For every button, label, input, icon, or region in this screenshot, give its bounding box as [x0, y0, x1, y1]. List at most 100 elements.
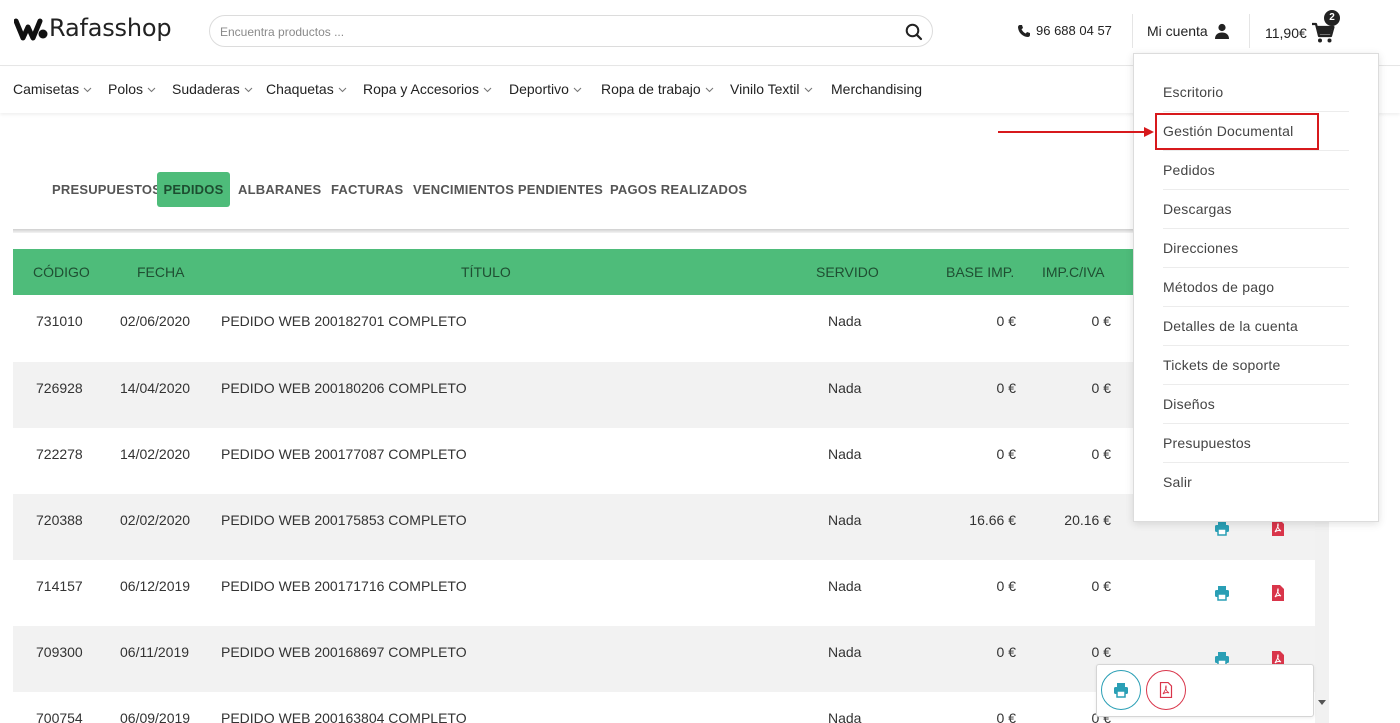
- tab-presupuestos[interactable]: PRESUPUESTOS: [52, 172, 161, 207]
- search-icon[interactable]: [904, 22, 924, 42]
- cell-imp-iva: 0 €: [1091, 380, 1111, 396]
- table-row[interactable]: 722278 14/02/2020 PEDIDO WEB 200177087 C…: [13, 428, 1315, 494]
- chevron-down-icon: [244, 87, 253, 92]
- cell-titulo: PEDIDO WEB 200171716 COMPLETO: [221, 578, 467, 594]
- nav-item-label: Sudaderas: [172, 81, 240, 97]
- table-row[interactable]: 731010 02/06/2020 PEDIDO WEB 200182701 C…: [13, 295, 1315, 361]
- nav-item-vinilo-textil[interactable]: Vinilo Textil: [730, 81, 813, 97]
- pdf-all-button[interactable]: [1146, 670, 1186, 710]
- column-header-servido[interactable]: SERVIDO: [816, 264, 879, 280]
- cell-base-imp: 0 €: [996, 380, 1016, 396]
- nav-item-sudaderas[interactable]: Sudaderas: [172, 81, 253, 97]
- cell-servido: Nada: [828, 380, 862, 396]
- cell-servido: Nada: [828, 644, 862, 660]
- menu-item-pedidos[interactable]: Pedidos: [1163, 151, 1349, 190]
- print-icon[interactable]: [1214, 585, 1230, 601]
- cell-servido: Nada: [828, 710, 862, 723]
- cell-titulo: PEDIDO WEB 200175853 COMPLETO: [221, 512, 467, 528]
- menu-item-disenos[interactable]: Diseños: [1163, 385, 1349, 424]
- tab-pagos-realizados[interactable]: PAGOS REALIZADOS: [610, 172, 747, 207]
- nav-item-merchandising[interactable]: Merchandising: [831, 81, 922, 97]
- table-row[interactable]: 714157 06/12/2019 PEDIDO WEB 200171716 C…: [13, 560, 1315, 626]
- menu-item-detalles-cuenta[interactable]: Detalles de la cuenta: [1163, 307, 1349, 346]
- nav-item-deportivo[interactable]: Deportivo: [509, 81, 582, 97]
- cell-base-imp: 0 €: [996, 578, 1016, 594]
- cell-servido: Nada: [828, 578, 862, 594]
- cell-imp-iva: 0 €: [1091, 446, 1111, 462]
- annotation-arrow-head: [1144, 127, 1154, 137]
- cart-count-badge: 2: [1324, 10, 1340, 26]
- print-icon[interactable]: [1214, 520, 1230, 536]
- column-header-base-imp[interactable]: BASE IMP.: [946, 264, 1014, 280]
- site-logo[interactable]: Rafasshop: [14, 14, 172, 42]
- column-header-codigo[interactable]: CÓDIGO: [33, 264, 90, 280]
- cell-titulo: PEDIDO WEB 200182701 COMPLETO: [221, 313, 467, 329]
- nav-item-ropa-trabajo[interactable]: Ropa de trabajo: [601, 81, 714, 97]
- nav-item-ropa-accesorios[interactable]: Ropa y Accesorios: [363, 81, 492, 97]
- annotation-highlight-box: [1155, 113, 1319, 150]
- phone-contact[interactable]: 96 688 04 57: [1017, 23, 1112, 38]
- chevron-down-icon: [83, 87, 92, 92]
- pdf-icon: [1159, 682, 1173, 698]
- cell-servido: Nada: [828, 446, 862, 462]
- print-icon: [1114, 683, 1128, 698]
- cell-codigo: 722278: [36, 446, 83, 462]
- account-menu-toggle[interactable]: Mi cuenta: [1147, 23, 1230, 39]
- menu-item-presupuestos[interactable]: Presupuestos: [1163, 424, 1349, 463]
- menu-item-metodos-pago[interactable]: Métodos de pago: [1163, 268, 1349, 307]
- chevron-down-icon: [483, 87, 492, 92]
- tab-vencimientos-pendientes[interactable]: VENCIMIENTOS PENDIENTES: [413, 172, 603, 207]
- menu-item-escritorio[interactable]: Escritorio: [1163, 73, 1349, 112]
- nav-item-label: Vinilo Textil: [730, 81, 800, 97]
- nav-item-label: Chaquetas: [266, 81, 334, 97]
- tab-albaranes[interactable]: ALBARANES: [238, 172, 321, 207]
- search-input[interactable]: [220, 23, 880, 41]
- cell-codigo: 720388: [36, 512, 83, 528]
- cell-base-imp: 0 €: [996, 710, 1016, 723]
- cell-base-imp: 0 €: [996, 644, 1016, 660]
- header-divider: [1249, 14, 1250, 48]
- cell-titulo: PEDIDO WEB 200180206 COMPLETO: [221, 380, 467, 396]
- cell-imp-iva: 0 €: [1091, 644, 1111, 660]
- menu-item-tickets-soporte[interactable]: Tickets de soporte: [1163, 346, 1349, 385]
- cell-codigo: 731010: [36, 313, 83, 329]
- cell-titulo: PEDIDO WEB 200163804 COMPLETO: [221, 710, 467, 723]
- tab-pedidos[interactable]: PEDIDOS: [157, 172, 230, 207]
- table-row[interactable]: 726928 14/04/2020 PEDIDO WEB 200180206 C…: [13, 362, 1315, 428]
- chevron-down-icon: [573, 87, 582, 92]
- pdf-icon[interactable]: [1270, 520, 1286, 536]
- logo-text: Rafasshop: [49, 14, 172, 42]
- nav-item-label: Merchandising: [831, 81, 923, 97]
- scroll-down-arrow-icon[interactable]: [1318, 700, 1326, 705]
- tab-facturas[interactable]: FACTURAS: [331, 172, 403, 207]
- cell-codigo: 709300: [36, 644, 83, 660]
- cell-base-imp: 16.66 €: [969, 512, 1016, 528]
- column-header-imp-iva[interactable]: IMP.C/IVA: [1042, 264, 1105, 280]
- cell-servido: Nada: [828, 313, 862, 329]
- menu-item-direcciones[interactable]: Direcciones: [1163, 229, 1349, 268]
- nav-item-camisetas[interactable]: Camisetas: [13, 81, 92, 97]
- cart-button[interactable]: 11,90€: [1265, 22, 1335, 44]
- logo-icon: [14, 18, 48, 41]
- search-bar: [209, 15, 933, 47]
- nav-item-label: Ropa de trabajo: [601, 81, 701, 97]
- header-divider: [1132, 14, 1133, 48]
- cell-servido: Nada: [828, 512, 862, 528]
- chevron-down-icon: [705, 87, 714, 92]
- user-icon: [1214, 23, 1229, 39]
- cell-titulo: PEDIDO WEB 200177087 COMPLETO: [221, 446, 467, 462]
- nav-item-polos[interactable]: Polos: [108, 81, 156, 97]
- menu-item-descargas[interactable]: Descargas: [1163, 190, 1349, 229]
- menu-item-salir[interactable]: Salir: [1163, 463, 1349, 502]
- cell-base-imp: 0 €: [996, 313, 1016, 329]
- print-all-button[interactable]: [1101, 670, 1141, 710]
- cell-codigo: 726928: [36, 380, 83, 396]
- column-header-titulo[interactable]: TÍTULO: [461, 264, 511, 280]
- cell-fecha: 06/09/2019: [120, 710, 191, 723]
- nav-item-chaquetas[interactable]: Chaquetas: [266, 81, 347, 97]
- phone-number: 96 688 04 57: [1036, 23, 1112, 38]
- column-header-fecha[interactable]: FECHA: [137, 264, 184, 280]
- nav-item-label: Camisetas: [13, 81, 80, 97]
- pdf-icon[interactable]: [1270, 585, 1286, 601]
- table-row[interactable]: 720388 02/02/2020 PEDIDO WEB 200175853 C…: [13, 494, 1315, 560]
